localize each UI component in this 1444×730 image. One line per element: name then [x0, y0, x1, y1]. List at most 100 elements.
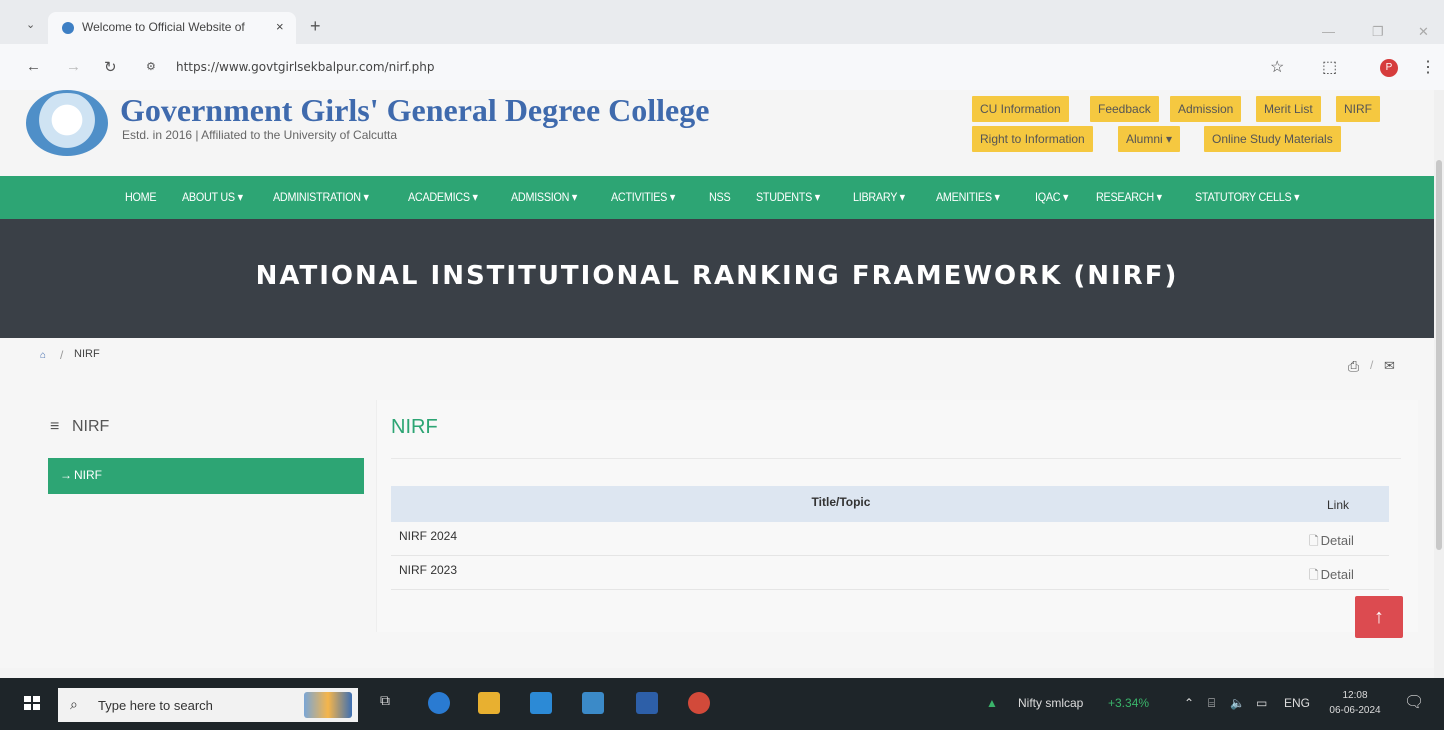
detail-link[interactable]: 🗋 Detail: [1309, 566, 1354, 587]
nav-about-us[interactable]: ABOUT US ▾: [182, 190, 243, 204]
column-header-title: Title/Topic: [811, 495, 871, 509]
browser-tab[interactable]: Welcome to Official Website of ×: [48, 12, 296, 44]
nav-activities[interactable]: ACTIVITIES ▾: [611, 190, 675, 204]
network-icon[interactable]: ⌸: [1208, 696, 1215, 711]
nav-nss[interactable]: NSS: [709, 190, 731, 204]
site-header: Government Girls' General Degree College…: [0, 90, 1434, 176]
close-window-button[interactable]: ✕: [1418, 24, 1429, 40]
page-scrollbar[interactable]: [1434, 90, 1444, 678]
nav-research[interactable]: RESEARCH ▾: [1096, 190, 1162, 204]
right-to-information-button[interactable]: Right to Information: [972, 126, 1093, 152]
detail-link-label: Detail: [1320, 567, 1354, 582]
document-icon: 🗋: [1309, 568, 1319, 582]
tab-title: Welcome to Official Website of: [82, 20, 245, 34]
tab-list-dropdown-icon[interactable]: ⌄: [26, 18, 36, 31]
chrome-icon[interactable]: [688, 692, 710, 714]
sidebar-heading: NIRF: [72, 418, 110, 435]
screen: ⌄ Welcome to Official Website of × + — ❐…: [0, 0, 1444, 730]
menu-icon: ≡: [50, 418, 60, 435]
chevron-up-icon[interactable]: ⌃: [1184, 696, 1194, 710]
page-title: NATIONAL INSTITUTIONAL RANKING FRAMEWORK…: [255, 261, 1179, 291]
site-settings-icon[interactable]: ⚙: [146, 60, 156, 73]
site-favicon-icon: [62, 22, 74, 34]
nav-statutory-cells[interactable]: STATUTORY CELLS ▾: [1195, 190, 1300, 204]
clock-date: 06-06-2024: [1329, 705, 1381, 716]
alumni-dropdown[interactable]: Alumni ▾: [1118, 126, 1181, 152]
windows-start-icon[interactable]: [24, 696, 40, 710]
detail-link-label: Detail: [1320, 533, 1354, 548]
store-icon[interactable]: [582, 692, 604, 714]
battery-icon[interactable]: ▭: [1256, 696, 1267, 710]
clock-time: 12:08: [1342, 690, 1368, 701]
search-placeholder: Type here to search: [98, 698, 213, 713]
content-panel: NIRF Title/Topic Link NIRF 2024 🗋 Detail …: [376, 400, 1418, 632]
browser-addressbar: ← → ↻ ⚙ https://www.govtgirlsekbalpur.co…: [0, 44, 1444, 90]
taskbar-search[interactable]: ⌕ Type here to search: [58, 688, 358, 722]
nav-iqac[interactable]: IQAC ▾: [1035, 190, 1068, 204]
maximize-button[interactable]: ❐: [1372, 24, 1384, 40]
back-arrow-icon[interactable]: ←: [26, 58, 41, 75]
email-icon[interactable]: ✉: [1384, 358, 1395, 374]
college-logo[interactable]: [26, 90, 108, 156]
toolbar-separator: /: [1370, 358, 1374, 372]
ticker-name[interactable]: Nifty smlcap: [1018, 696, 1083, 710]
table-header: Title/Topic Link: [391, 486, 1389, 522]
page-banner: NATIONAL INSTITUTIONAL RANKING FRAMEWORK…: [0, 219, 1434, 338]
scroll-to-top-button[interactable]: ↑: [1355, 596, 1403, 638]
document-icon: 🗋: [1309, 534, 1319, 548]
print-icon[interactable]: ⎙: [1348, 358, 1359, 375]
online-study-materials-button[interactable]: Online Study Materials: [1204, 126, 1341, 152]
merit-list-button[interactable]: Merit List: [1256, 96, 1321, 122]
language-indicator[interactable]: ENG: [1284, 696, 1310, 710]
windows-taskbar: ⌕ Type here to search ⧉ ▲ Nifty smlcap +…: [0, 678, 1444, 730]
notification-center-icon[interactable]: 🗨: [1404, 692, 1424, 712]
college-name[interactable]: Government Girls' General Degree College: [120, 92, 709, 129]
taskbar-clock[interactable]: 12:08 06-06-2024: [1320, 688, 1390, 718]
volume-icon[interactable]: 🔈: [1230, 696, 1245, 710]
nav-library[interactable]: LIBRARY ▾: [853, 190, 905, 204]
file-explorer-icon[interactable]: [478, 692, 500, 714]
sidebar-item-label: NIRF: [74, 468, 102, 482]
panel-title: NIRF: [391, 416, 438, 438]
new-tab-button[interactable]: +: [310, 16, 321, 37]
divider: [391, 458, 1401, 459]
url-field[interactable]: https://www.govtgirlsekbalpur.com/nirf.p…: [176, 60, 434, 74]
nav-admission[interactable]: ADMISSION ▾: [511, 190, 577, 204]
nav-amenities[interactable]: AMENITIES ▾: [936, 190, 1000, 204]
mail-app-icon[interactable]: [530, 692, 552, 714]
college-subtitle: Estd. in 2016 | Affiliated to the Univer…: [122, 128, 398, 142]
sidebar-item-nirf[interactable]: → NIRF: [48, 458, 364, 494]
forward-arrow-icon[interactable]: →: [66, 58, 81, 75]
arrow-right-icon: →: [60, 468, 72, 482]
home-icon[interactable]: ⌂: [40, 350, 46, 361]
nirf-table: Title/Topic Link NIRF 2024 🗋 Detail NIRF …: [391, 486, 1389, 590]
reload-icon[interactable]: ↻: [104, 58, 117, 76]
search-icon: ⌕: [70, 696, 78, 712]
nav-students[interactable]: STUDENTS ▾: [756, 190, 820, 204]
stock-chart-icon: ▲: [986, 696, 998, 710]
tab-close-button[interactable]: ×: [276, 19, 284, 34]
minimize-button[interactable]: —: [1322, 24, 1335, 39]
detail-link[interactable]: 🗋 Detail: [1309, 532, 1354, 553]
browser-tabbar: ⌄ Welcome to Official Website of × + — ❐…: [0, 0, 1444, 44]
word-icon[interactable]: [636, 692, 658, 714]
row-title: NIRF 2024: [399, 529, 458, 543]
bookmark-star-icon[interactable]: ☆: [1270, 57, 1284, 77]
nav-home[interactable]: HOME: [125, 190, 157, 204]
feedback-button[interactable]: Feedback: [1090, 96, 1159, 122]
nav-academics[interactable]: ACADEMICS ▾: [408, 190, 478, 204]
search-highlight-image[interactable]: [304, 692, 352, 718]
ticker-change: +3.34%: [1108, 696, 1150, 710]
extensions-icon[interactable]: ⬚: [1322, 57, 1337, 77]
admission-button[interactable]: Admission: [1170, 96, 1242, 122]
profile-avatar[interactable]: P: [1380, 59, 1398, 77]
scrollbar-thumb[interactable]: [1436, 160, 1442, 550]
breadcrumb-separator: /: [60, 348, 64, 362]
nav-administration[interactable]: ADMINISTRATION ▾: [273, 190, 369, 204]
edge-browser-icon[interactable]: [428, 692, 450, 714]
cu-information-button[interactable]: CU Information: [972, 96, 1069, 122]
task-view-icon[interactable]: ⧉: [380, 692, 402, 714]
table-row: NIRF 2023 🗋 Detail: [391, 556, 1389, 590]
browser-menu-icon[interactable]: ⋮: [1420, 57, 1436, 77]
nirf-button[interactable]: NIRF: [1336, 96, 1380, 122]
